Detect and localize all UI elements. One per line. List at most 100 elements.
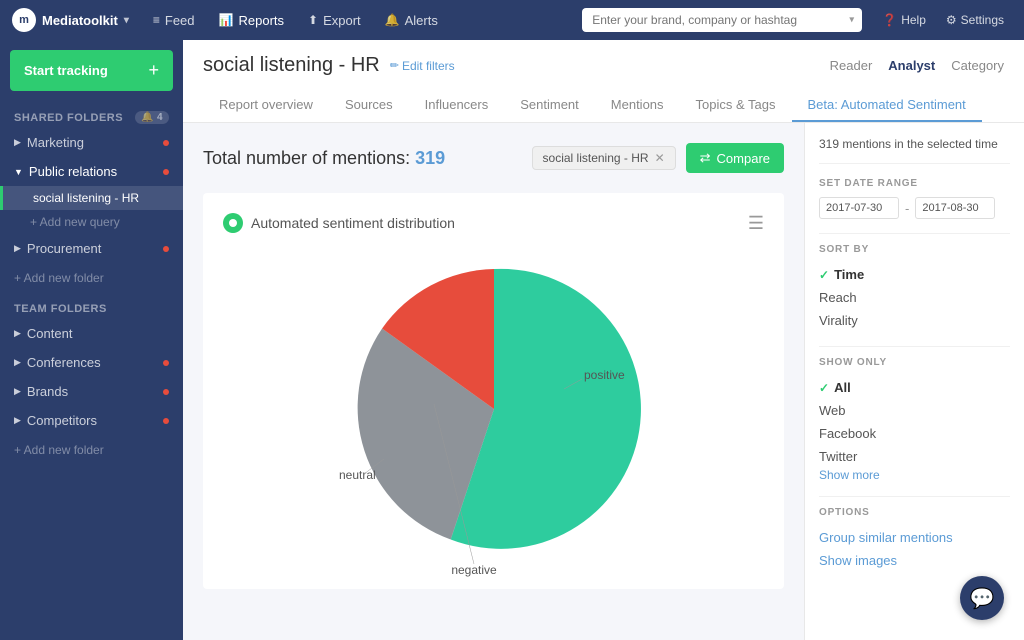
tab-report-overview[interactable]: Report overview <box>203 89 329 122</box>
right-panel: 319 mentions in the selected time SET DA… <box>804 123 1024 640</box>
view-tab-reader[interactable]: Reader <box>830 56 873 75</box>
date-from-input[interactable] <box>819 197 899 219</box>
label-neutral: neutral <box>339 468 376 482</box>
header-top-row: social listening - HR ✏ Edit filters Rea… <box>203 54 1004 77</box>
reports-icon: 📊 <box>219 13 234 27</box>
chevron-down-icon: ▼ <box>14 167 23 177</box>
notification-dot <box>163 246 169 252</box>
rp-mentions-count: 319 mentions in the selected time <box>819 137 1010 164</box>
logo-chevron-icon: ▾ <box>124 15 129 26</box>
rp-options-section: OPTIONS Group similar mentions Show imag… <box>819 507 1010 572</box>
search-bar: ▾ <box>582 8 862 32</box>
sidebar-folder-public-relations[interactable]: ▼ Public relations <box>0 157 183 186</box>
chart-icon <box>223 213 243 233</box>
team-folders-header: TEAM FOLDERS <box>0 293 183 319</box>
shared-folders-badge: 🔔 4 <box>135 111 169 124</box>
rp-sort-section: SORT BY ✓ Time Reach Virality <box>819 244 1010 332</box>
filter-tag-remove[interactable]: ✕ <box>655 151 665 165</box>
search-input[interactable] <box>582 8 862 32</box>
sidebar-folder-brands[interactable]: ▶ Brands <box>0 377 183 406</box>
chevron-right-icon: ▶ <box>14 386 21 397</box>
shared-folders-header: SHARED FOLDERS 🔔 4 <box>0 101 183 128</box>
page-title: social listening - HR ✏ Edit filters <box>203 54 455 77</box>
tab-influencers[interactable]: Influencers <box>409 89 505 122</box>
show-more-link[interactable]: Show more <box>819 468 1010 482</box>
top-navigation: m Mediatoolkit ▾ ≡ Feed 📊 Reports ⬆ Expo… <box>0 0 1024 40</box>
chart-section: Automated sentiment distribution ☰ <box>203 193 784 589</box>
view-tab-analyst[interactable]: Analyst <box>888 56 935 75</box>
tab-mentions[interactable]: Mentions <box>595 89 680 122</box>
show-all[interactable]: ✓ All <box>819 376 1010 399</box>
content-main: Total number of mentions: 319 social lis… <box>183 123 804 640</box>
rp-divider <box>819 233 1010 234</box>
app-name: Mediatoolkit <box>42 13 118 28</box>
edit-filters-link[interactable]: ✏ Edit filters <box>390 59 455 73</box>
sort-virality[interactable]: Virality <box>819 309 1010 332</box>
add-team-folder-button[interactable]: + Add new folder <box>0 435 183 465</box>
settings-icon: ⚙ <box>946 13 957 27</box>
chat-bubble-button[interactable]: 💬 <box>960 576 1004 620</box>
edit-icon: ✏ <box>390 59 399 72</box>
pie-chart-container: positive neutral negative <box>223 249 764 569</box>
start-tracking-button[interactable]: Start tracking + <box>10 50 173 91</box>
nav-alerts[interactable]: 🔔 Alerts <box>375 0 448 40</box>
rp-divider-3 <box>819 496 1010 497</box>
tab-sources[interactable]: Sources <box>329 89 409 122</box>
chart-title: Automated sentiment distribution <box>223 213 764 233</box>
notification-dot <box>163 418 169 424</box>
chevron-right-icon: ▶ <box>14 137 21 148</box>
tab-topics-tags[interactable]: Topics & Tags <box>680 89 792 122</box>
view-tabs: Reader Analyst Category <box>830 56 1004 75</box>
chevron-right-icon: ▶ <box>14 243 21 254</box>
add-shared-folder-button[interactable]: + Add new folder <box>0 263 183 293</box>
sidebar: Start tracking + SHARED FOLDERS 🔔 4 ▶ Ma… <box>0 40 183 640</box>
plus-icon: + <box>148 60 159 81</box>
show-facebook[interactable]: Facebook <box>819 422 1010 445</box>
alerts-icon: 🔔 <box>385 13 400 27</box>
app-logo[interactable]: m Mediatoolkit ▾ <box>12 8 129 32</box>
compare-button[interactable]: ⇄ Compare <box>686 143 784 173</box>
date-to-input[interactable] <box>915 197 995 219</box>
sidebar-folder-content[interactable]: ▶ Content <box>0 319 183 348</box>
sort-time[interactable]: ✓ Time <box>819 263 1010 286</box>
notification-dot <box>163 389 169 395</box>
export-icon: ⬆ <box>308 13 318 27</box>
nav-feed[interactable]: ≡ Feed <box>143 0 205 40</box>
mentions-bar: Total number of mentions: 319 social lis… <box>203 143 784 173</box>
show-twitter[interactable]: Twitter <box>819 445 1010 468</box>
option-show-images[interactable]: Show images <box>819 549 1010 572</box>
nav-settings[interactable]: ⚙ Settings <box>938 0 1012 40</box>
chat-icon: 💬 <box>970 586 995 611</box>
bell-icon: 🔔 <box>141 112 154 123</box>
show-web[interactable]: Web <box>819 399 1010 422</box>
filter-tag: social listening - HR ✕ <box>532 146 676 170</box>
chevron-right-icon: ▶ <box>14 328 21 339</box>
sidebar-active-query[interactable]: social listening - HR <box>0 186 183 210</box>
sidebar-folder-conferences[interactable]: ▶ Conferences <box>0 348 183 377</box>
sort-reach[interactable]: Reach <box>819 286 1010 309</box>
label-positive: positive <box>584 368 625 382</box>
nav-reports[interactable]: 📊 Reports <box>209 0 294 40</box>
sidebar-folder-procurement[interactable]: ▶ Procurement <box>0 234 183 263</box>
content-area: Total number of mentions: 319 social lis… <box>183 123 1024 640</box>
menu-icon: ☰ <box>748 213 764 233</box>
chart-menu-button[interactable]: ☰ <box>748 213 764 234</box>
rp-divider-2 <box>819 346 1010 347</box>
option-group-similar[interactable]: Group similar mentions <box>819 526 1010 549</box>
sidebar-add-query[interactable]: + Add new query <box>0 210 183 234</box>
sidebar-folder-competitors[interactable]: ▶ Competitors <box>0 406 183 435</box>
main-layout: Start tracking + SHARED FOLDERS 🔔 4 ▶ Ma… <box>0 40 1024 640</box>
date-separator: - <box>905 201 909 216</box>
chevron-right-icon: ▶ <box>14 415 21 426</box>
view-tab-category[interactable]: Category <box>951 56 1004 75</box>
rp-date-range-section: SET DATE RANGE - <box>819 178 1010 219</box>
logo-circle: m <box>12 8 36 32</box>
compare-icon: ⇄ <box>700 150 711 166</box>
main-header: social listening - HR ✏ Edit filters Rea… <box>183 40 1024 123</box>
nav-export[interactable]: ⬆ Export <box>298 0 371 40</box>
sidebar-folder-marketing[interactable]: ▶ Marketing <box>0 128 183 157</box>
nav-help[interactable]: ❓ Help <box>874 0 934 40</box>
tab-sentiment[interactable]: Sentiment <box>504 89 595 122</box>
feed-icon: ≡ <box>153 13 160 27</box>
tab-automated-sentiment[interactable]: Beta: Automated Sentiment <box>792 89 982 122</box>
